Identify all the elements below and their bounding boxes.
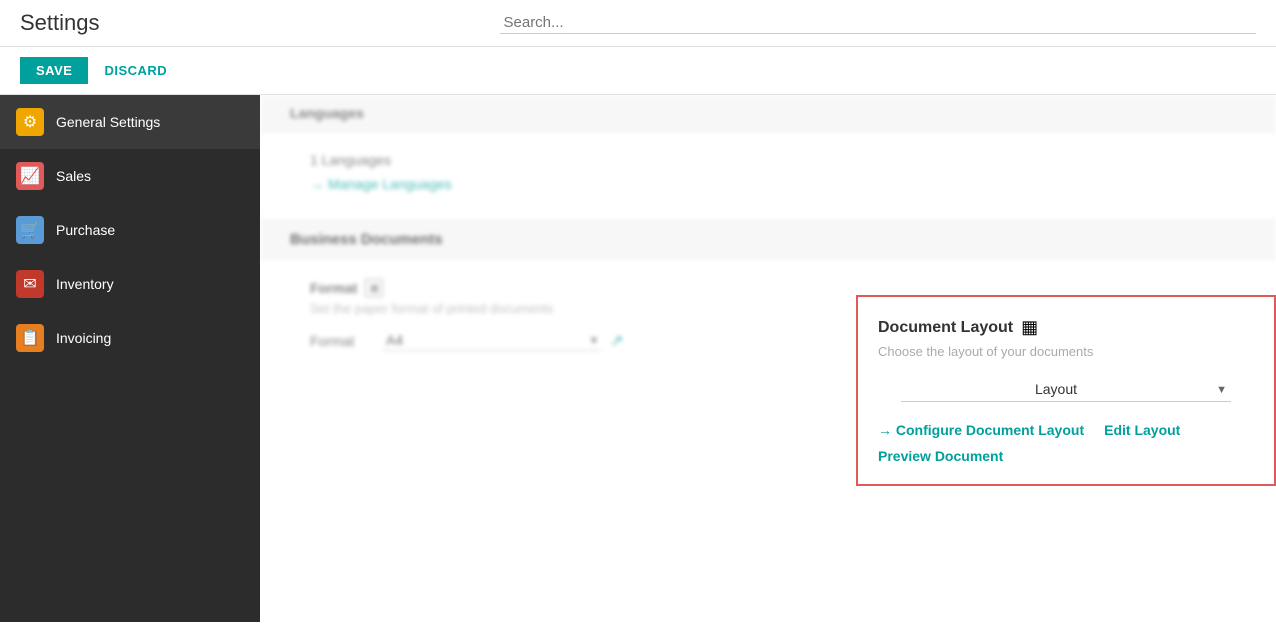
format-label: Format [310, 280, 357, 296]
doc-layout-header: Document Layout ▦ [878, 317, 1254, 338]
doc-layout-actions: Configure Document Layout Edit Layout [878, 422, 1254, 438]
save-button[interactable]: SAVE [20, 57, 88, 84]
doc-layout-desc: Choose the layout of your documents [878, 344, 1254, 359]
discard-button[interactable]: DISCARD [104, 63, 167, 78]
preview-document-link[interactable]: Preview Document [878, 448, 1254, 464]
sidebar-item-sales[interactable]: 📈 Sales [0, 149, 260, 203]
action-bar: SAVE DISCARD [0, 47, 1276, 95]
sidebar-item-invoicing[interactable]: 📋 Invoicing [0, 311, 260, 365]
format-select[interactable]: A4 Letter A3 [382, 330, 602, 351]
languages-count: 1 Languages [310, 152, 1226, 168]
doc-layout-title: Document Layout [878, 319, 1013, 337]
sidebar-label-purchase: Purchase [56, 222, 115, 238]
search-bar [500, 12, 1257, 34]
sidebar-item-inventory[interactable]: ✉ Inventory [0, 257, 260, 311]
sidebar-label-invoicing: Invoicing [56, 330, 111, 346]
sidebar-item-purchase[interactable]: 🛒 Purchase [0, 203, 260, 257]
inventory-icon: ✉ [16, 270, 44, 298]
content-area: Languages 1 Languages Manage Languages B… [260, 95, 1276, 622]
manage-languages-link[interactable]: Manage Languages [310, 176, 1226, 192]
edit-layout-link[interactable]: Edit Layout [1104, 422, 1180, 438]
sidebar-item-general[interactable]: ⚙ General Settings [0, 95, 260, 149]
configure-document-layout-link[interactable]: Configure Document Layout [878, 422, 1084, 438]
sidebar-label-general: General Settings [56, 114, 160, 130]
doc-layout-icon: ▦ [1021, 317, 1038, 338]
layout-select-row: Layout ▼ [878, 377, 1254, 402]
sales-icon: 📈 [16, 162, 44, 190]
format-icon: ▦ [365, 279, 383, 297]
sidebar-label-inventory: Inventory [56, 276, 114, 292]
external-link-icon[interactable]: ↗ [610, 331, 623, 351]
languages-section-header: Languages [260, 95, 1276, 132]
search-input[interactable] [500, 12, 1257, 34]
purchase-icon: 🛒 [16, 216, 44, 244]
format-select-wrapper: A4 Letter A3 ▼ ↗ [382, 330, 623, 351]
languages-section-content: 1 Languages Manage Languages [260, 132, 1276, 212]
page-title: Settings [20, 10, 100, 36]
business-docs-header: Business Documents [260, 220, 1276, 259]
document-layout-card: Document Layout ▦ Choose the layout of y… [856, 295, 1276, 486]
general-settings-icon: ⚙ [16, 108, 44, 136]
format-field-label: Format [310, 333, 370, 349]
sidebar-label-sales: Sales [56, 168, 91, 184]
sidebar: ⚙ General Settings 📈 Sales 🛒 Purchase ✉ … [0, 95, 260, 622]
invoicing-icon: 📋 [16, 324, 44, 352]
layout-select-wrapper: Layout ▼ [901, 377, 1231, 402]
layout-select[interactable]: Layout [901, 377, 1231, 402]
